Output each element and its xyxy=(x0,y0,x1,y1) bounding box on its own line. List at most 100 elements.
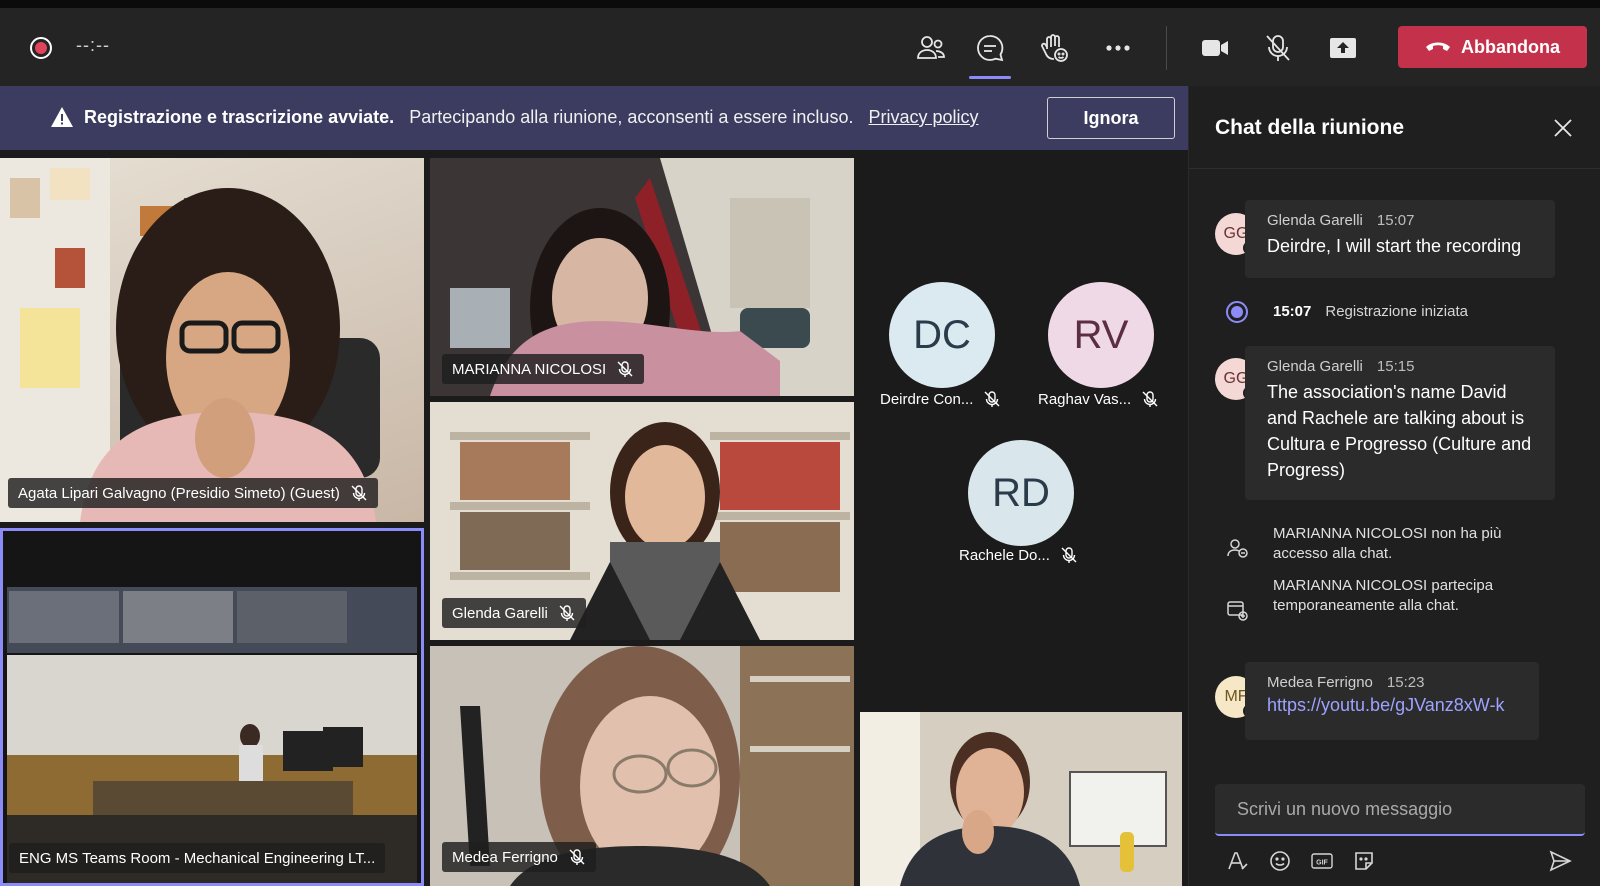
warning-icon xyxy=(51,107,73,127)
ignore-button[interactable]: Ignora xyxy=(1047,97,1175,139)
avatar-rachele[interactable]: RD xyxy=(968,440,1074,546)
participant-name: Agata Lipari Galvagno (Presidio Simeto) … xyxy=(18,484,340,502)
send-button[interactable] xyxy=(1547,848,1573,874)
window-top-edge xyxy=(0,0,1600,8)
participant-label-raghav: Raghav Vas... xyxy=(1038,390,1159,408)
participant-name: ENG MS Teams Room - Mechanical Engineeri… xyxy=(19,849,376,867)
toolbar-separator xyxy=(1166,26,1167,70)
message-time: 15:15 xyxy=(1376,358,1415,375)
more-icon xyxy=(1106,45,1130,51)
message-text: The association's name David and Rachele… xyxy=(1267,382,1532,480)
video-tile-eng-room[interactable]: ENG MS Teams Room - Mechanical Engineeri… xyxy=(0,528,424,886)
chat-join-icon xyxy=(1227,601,1248,621)
participant-name: Rachele Do... xyxy=(959,546,1050,564)
recording-banner: Registrazione e trascrizione avviate. Pa… xyxy=(0,86,1188,150)
mic-muted-icon xyxy=(351,485,367,501)
participant-label-rachele: Rachele Do... xyxy=(959,546,1078,564)
participant-video xyxy=(0,158,380,522)
gif-icon: GIF xyxy=(1311,853,1333,869)
person-removed-icon xyxy=(1227,539,1248,558)
avatar-deirdre[interactable]: DC xyxy=(889,282,995,388)
meeting-chat-panel: Chat della riunione GG Glenda Garelli 15:… xyxy=(1188,86,1600,886)
participant-name: MARIANNA NICOLOSI xyxy=(452,360,607,378)
format-button[interactable] xyxy=(1225,848,1251,874)
more-options-button[interactable] xyxy=(1096,26,1140,70)
emoji-button[interactable] xyxy=(1267,848,1293,874)
microphone-button[interactable] xyxy=(1256,26,1300,70)
participant-name: Glenda Garelli xyxy=(452,604,548,622)
participant-label-deirdre: Deirdre Con... xyxy=(880,390,1001,408)
system-message-left: MARIANNA NICOLOSI non ha più accesso all… xyxy=(1273,525,1502,562)
raise-hand-button[interactable] xyxy=(1032,26,1076,70)
chat-title: Chat della riunione xyxy=(1215,116,1405,139)
meeting-toolbar: --:-- Abbandona xyxy=(0,8,1600,86)
message-link[interactable]: https://youtu.be/gJVanz8xW-k xyxy=(1267,695,1519,716)
raise-hand-icon xyxy=(1041,34,1068,62)
recording-icon xyxy=(1226,301,1248,323)
participant-name-glenda: Glenda Garelli xyxy=(442,598,586,628)
compose-input[interactable] xyxy=(1215,784,1585,834)
banner-message: Registrazione e trascrizione avviate. Pa… xyxy=(84,107,979,128)
video-tile-glenda[interactable]: Glenda Garelli xyxy=(430,402,854,640)
close-icon[interactable] xyxy=(1551,116,1575,140)
chat-divider xyxy=(1189,168,1600,169)
mic-off-icon xyxy=(1266,35,1290,61)
message-author: Glenda Garelli xyxy=(1267,212,1363,229)
svg-text:GIF: GIF xyxy=(1316,860,1328,867)
system-message-joined: MARIANNA NICOLOSI partecipa temporaneame… xyxy=(1273,577,1494,614)
chat-message[interactable]: Medea Ferrigno 15:23 https://youtu.be/gJV… xyxy=(1245,662,1539,740)
message-time: 15:07 xyxy=(1376,212,1415,229)
participant-name: Medea Ferrigno xyxy=(452,848,558,866)
send-icon xyxy=(1549,850,1572,872)
gif-button[interactable]: GIF xyxy=(1309,848,1335,874)
leave-button[interactable]: Abbandona xyxy=(1398,26,1587,68)
people-button[interactable] xyxy=(909,26,953,70)
chat-message[interactable]: Glenda Garelli 15:07 Deirdre, I will star… xyxy=(1245,200,1555,278)
mic-muted-icon xyxy=(569,849,585,865)
format-icon xyxy=(1228,852,1248,870)
banner-text: Partecipando alla riunione, acconsenti a… xyxy=(409,107,854,127)
participant-name-marianna: MARIANNA NICOLOSI xyxy=(442,354,645,384)
participant-name-eng-room: ENG MS Teams Room - Mechanical Engineeri… xyxy=(9,843,386,873)
chat-message[interactable]: Glenda Garelli 15:15 The association's na… xyxy=(1245,346,1555,500)
recording-indicator-icon xyxy=(30,37,52,59)
meeting-timer: --:-- xyxy=(76,35,110,55)
system-message-text: Registrazione iniziata xyxy=(1325,303,1468,320)
share-icon xyxy=(1330,38,1356,58)
system-message-recording: 15:07 Registrazione iniziata xyxy=(1273,302,1468,322)
chat-button[interactable] xyxy=(968,26,1012,70)
system-message-time: 15:07 xyxy=(1273,303,1312,320)
video-tile-agata[interactable]: Agata Lipari Galvagno (Presidio Simeto) … xyxy=(0,158,424,522)
sticker-icon xyxy=(1355,852,1373,870)
avatar-raghav[interactable]: RV xyxy=(1048,282,1154,388)
privacy-policy-link[interactable]: Privacy policy xyxy=(869,107,979,127)
participant-name-agata: Agata Lipari Galvagno (Presidio Simeto) … xyxy=(8,478,378,508)
participant-name: Raghav Vas... xyxy=(1038,390,1132,408)
participant-name: Deirdre Con... xyxy=(880,390,974,408)
mic-muted-icon xyxy=(1061,547,1077,563)
participant-video xyxy=(3,531,421,883)
message-author: Glenda Garelli xyxy=(1267,358,1363,375)
mic-muted-icon xyxy=(984,391,1000,407)
camera-icon xyxy=(1202,40,1228,56)
mic-muted-icon xyxy=(617,361,633,377)
people-icon xyxy=(917,36,945,59)
video-tile-marianna[interactable]: MARIANNA NICOLOSI xyxy=(430,158,854,396)
chat-icon xyxy=(977,35,1004,62)
participant-video xyxy=(860,712,1182,886)
share-screen-button[interactable] xyxy=(1321,26,1365,70)
banner-bold-text: Registrazione e trascrizione avviate. xyxy=(84,107,395,127)
camera-button[interactable] xyxy=(1193,26,1237,70)
video-grid: Agata Lipari Galvagno (Presidio Simeto) … xyxy=(0,150,1188,886)
participant-name-medea: Medea Ferrigno xyxy=(442,842,596,872)
mic-muted-icon xyxy=(1142,391,1158,407)
sticker-button[interactable] xyxy=(1351,848,1377,874)
message-time: 15:23 xyxy=(1386,674,1425,691)
video-tile-self[interactable] xyxy=(860,712,1182,886)
emoji-icon xyxy=(1270,851,1290,871)
mic-muted-icon xyxy=(559,605,575,621)
video-tile-medea[interactable]: Medea Ferrigno xyxy=(430,646,854,886)
compose-box[interactable] xyxy=(1215,784,1585,836)
chat-active-indicator xyxy=(969,76,1011,79)
message-author: Medea Ferrigno xyxy=(1267,674,1373,691)
